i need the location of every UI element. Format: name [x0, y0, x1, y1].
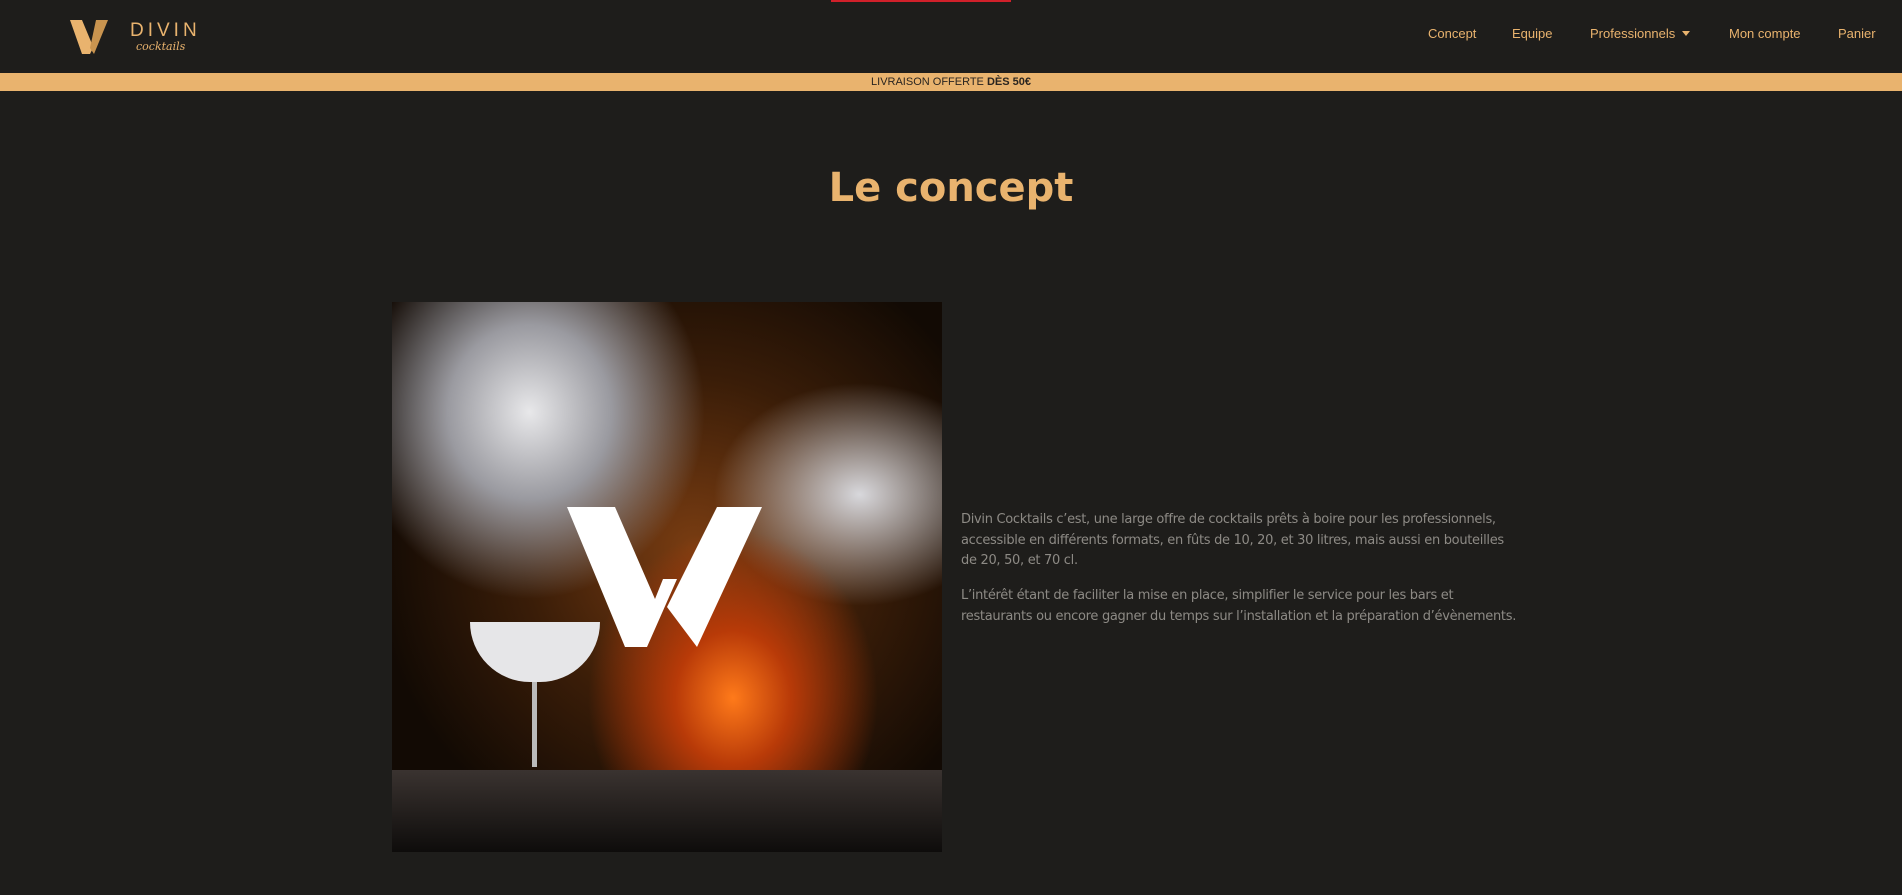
- nav-equipe[interactable]: Equipe: [1512, 26, 1552, 41]
- logo-subtext: cocktails: [136, 40, 186, 53]
- v-logo-icon: [70, 20, 108, 54]
- glass-stem: [532, 682, 537, 767]
- logo-text: DIVIN: [130, 20, 201, 41]
- caret-down-icon[interactable]: [1682, 31, 1690, 36]
- promo-banner: LIVRAISON OFFERTE DÈS 50€: [0, 73, 1902, 91]
- nav-concept[interactable]: Concept: [1428, 26, 1476, 41]
- site-header: DIVIN cocktails Concept Equipe Professio…: [0, 0, 1902, 73]
- v-logo-watermark-icon: [567, 507, 762, 647]
- concept-image: [392, 302, 942, 852]
- promo-highlight: DÈS 50€: [986, 76, 1031, 88]
- nav-panier[interactable]: Panier: [1838, 26, 1876, 41]
- promo-text: LIVRAISON OFFERTE: [871, 76, 987, 88]
- bar-counter: [392, 770, 942, 852]
- top-accent-line: [831, 0, 1011, 2]
- logo[interactable]: DIVIN cocktails: [70, 18, 210, 58]
- nav-professionnels[interactable]: Professionnels: [1590, 26, 1675, 41]
- concept-paragraph-2: L’intérêt étant de faciliter la mise en …: [961, 588, 1517, 624]
- concept-paragraph-1: Divin Cocktails c’est, une large offre d…: [961, 512, 1504, 569]
- page-title: Le concept: [828, 165, 1074, 211]
- nav-mon-compte[interactable]: Mon compte: [1729, 26, 1801, 41]
